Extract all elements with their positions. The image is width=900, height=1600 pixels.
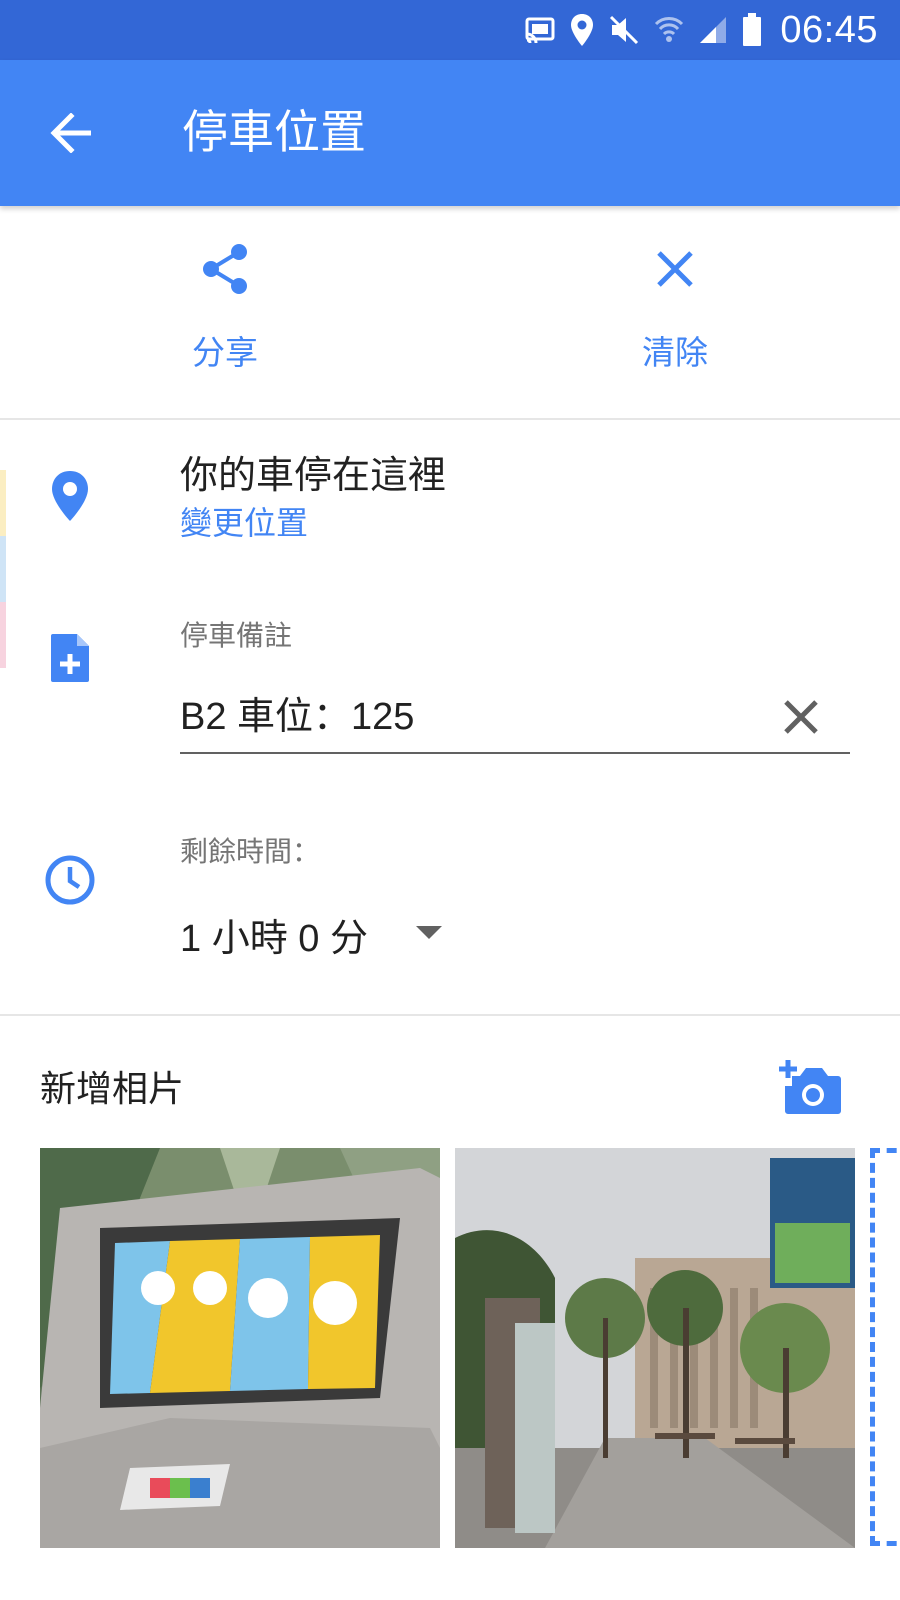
add-photo-slot[interactable] (870, 1148, 900, 1546)
left-edge-strip (0, 536, 6, 602)
cast-icon (524, 16, 556, 44)
clock-icon (40, 850, 100, 910)
parking-note-label: 停車備註 (180, 619, 293, 652)
add-a-photo-icon (779, 1060, 841, 1114)
page-title: 停車位置 (182, 105, 366, 159)
plaza-photo-image (455, 1148, 855, 1548)
left-edge-strip (0, 470, 6, 536)
signal-icon (698, 15, 728, 45)
location-icon (570, 13, 594, 47)
place-icon (40, 466, 100, 526)
time-remaining-dropdown[interactable]: 1 小時 0 分 (180, 906, 442, 962)
share-button[interactable]: 分享 (115, 236, 335, 386)
parking-note-field (180, 682, 850, 754)
photo-thumbnail[interactable] (40, 1148, 440, 1548)
kiosk-photo-image (40, 1148, 440, 1548)
photo-thumbnail[interactable] (455, 1148, 855, 1548)
parking-note-input[interactable] (180, 682, 740, 742)
status-bar: 06:45 (0, 0, 900, 60)
add-photos-title: 新增相片 (40, 1069, 185, 1110)
time-remaining-label: 剩餘時間： (180, 835, 321, 868)
back-button[interactable] (38, 100, 104, 166)
clear-button[interactable]: 清除 (565, 236, 785, 386)
status-icons: 06:45 (524, 0, 878, 60)
battery-icon (742, 13, 762, 47)
share-label: 分享 (192, 333, 258, 372)
arrow-back-icon (50, 113, 91, 153)
dropdown-arrow-icon (415, 925, 442, 944)
close-icon (655, 236, 695, 302)
clear-note-button[interactable] (778, 694, 824, 740)
time-remaining-value: 1 小時 0 分 (180, 917, 368, 960)
note-add-icon (40, 628, 100, 688)
section-divider (0, 1014, 900, 1016)
close-icon (784, 700, 818, 734)
share-icon (199, 236, 251, 302)
left-edge-strip (0, 602, 6, 668)
status-time: 06:45 (780, 8, 878, 51)
mute-icon (608, 14, 640, 46)
actions-row: 分享 清除 (0, 206, 900, 420)
wifi-icon (654, 14, 684, 46)
add-photo-button[interactable] (778, 1058, 844, 1118)
location-title: 你的車停在這裡 (180, 453, 447, 497)
app-bar: 停車位置 (0, 60, 900, 206)
clear-label: 清除 (642, 333, 708, 372)
change-location-link[interactable]: 變更位置 (180, 498, 308, 544)
